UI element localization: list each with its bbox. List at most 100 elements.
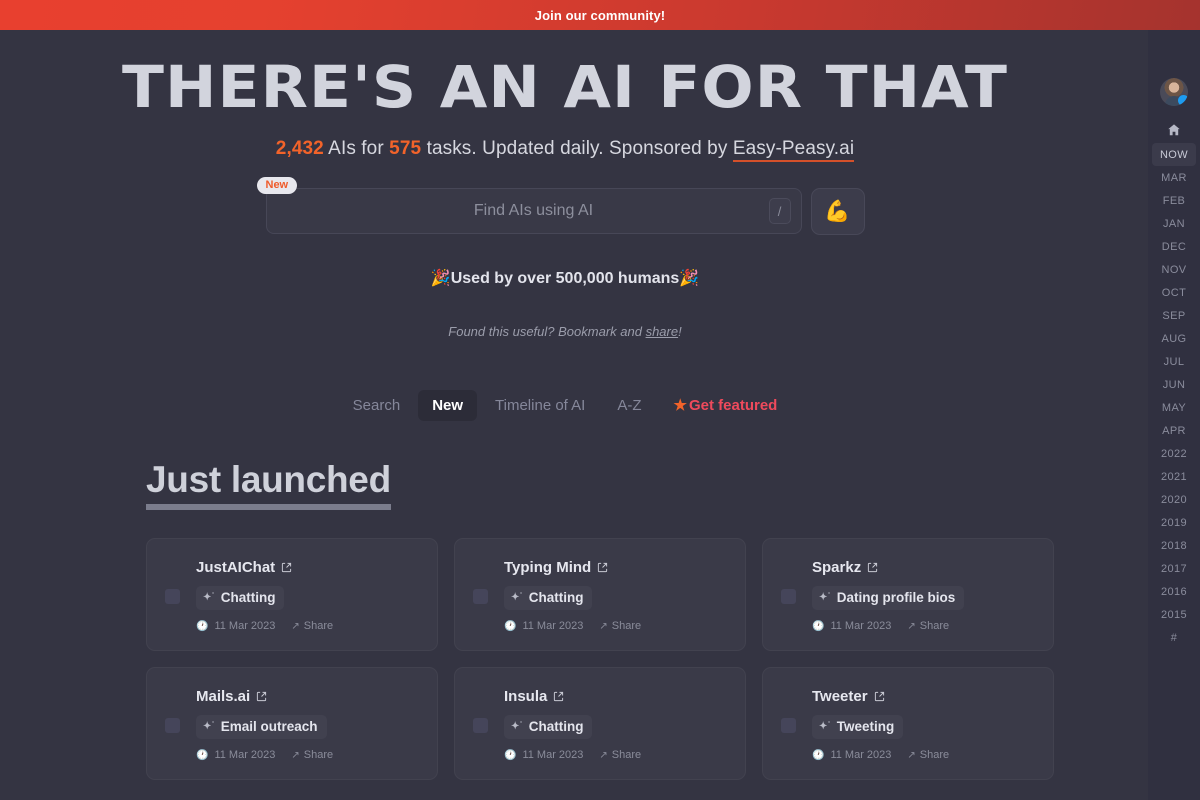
verified-badge-icon: [1178, 95, 1188, 106]
rail-item-jan[interactable]: JAN: [1152, 212, 1196, 235]
rail-item-label: JUN: [1162, 378, 1186, 391]
tool-thumbnail: [165, 718, 180, 733]
tool-tag[interactable]: ✦˙ Chatting: [504, 715, 593, 739]
rail-item-2016[interactable]: 2016: [1152, 580, 1196, 603]
sponsor-link[interactable]: Easy-Peasy.ai: [732, 138, 855, 162]
rail-item-mar[interactable]: MAR: [1152, 166, 1196, 189]
rail-item-2020[interactable]: 2020: [1152, 488, 1196, 511]
tool-card[interactable]: Tweeter ✦˙ Tweeting 🕐 11 Mar 2023 ↗ Share: [762, 667, 1054, 780]
tool-card[interactable]: Sparkz ✦˙ Dating profile bios 🕐 11 Mar 2…: [762, 538, 1054, 651]
new-badge[interactable]: New: [256, 177, 298, 194]
rail-item-hash[interactable]: #: [1152, 626, 1196, 649]
home-button[interactable]: [1154, 121, 1194, 143]
rail-item-2021[interactable]: 2021: [1152, 465, 1196, 488]
tool-card[interactable]: Typing Mind ✦˙ Chatting 🕐 11 Mar 2023 ↗ S…: [454, 538, 746, 651]
rail-item-label: NOV: [1161, 263, 1187, 276]
tab-new[interactable]: New: [418, 389, 478, 421]
tool-tag[interactable]: ✦˙ Tweeting: [812, 715, 904, 739]
tool-card[interactable]: JustAIChat ✦˙ Chatting 🕐 11 Mar 2023 ↗ Sh…: [146, 538, 438, 651]
tool-card[interactable]: Mails.ai ✦˙ Email outreach 🕐 11 Mar 2023…: [146, 667, 438, 780]
share-link[interactable]: share: [646, 324, 679, 339]
tab-timeline-of-ai[interactable]: Timeline of AI: [481, 390, 599, 421]
share-button[interactable]: ↗ Share: [599, 620, 641, 632]
rail-item-may[interactable]: MAY: [1152, 396, 1196, 419]
section-title: Just launched: [146, 459, 391, 510]
rail-item-jul[interactable]: JUL: [1152, 350, 1196, 373]
external-link-icon[interactable]: [281, 562, 292, 573]
share-button[interactable]: ↗ Share: [907, 749, 949, 761]
tool-tag[interactable]: ✦˙ Chatting: [504, 586, 593, 610]
search-input[interactable]: Find AIs using AI /: [265, 188, 802, 234]
search-submit-button[interactable]: 💪: [810, 188, 865, 235]
share-button[interactable]: ↗ Share: [291, 620, 333, 632]
announcement-text: Join our community!: [534, 7, 666, 23]
ai-count: 2,432: [275, 138, 324, 159]
subtitle-tail: tasks. Updated daily. Sponsored by: [421, 138, 733, 159]
tool-name: Mails.ai: [196, 688, 251, 705]
share-label: Share: [611, 749, 642, 761]
tab-get-featured[interactable]: ★ Get featured: [660, 389, 792, 421]
tool-tag[interactable]: ✦˙ Chatting: [196, 586, 285, 610]
rail-item-sep[interactable]: SEP: [1152, 304, 1196, 327]
rail-item-apr[interactable]: APR: [1152, 419, 1196, 442]
tool-thumbnail: [473, 718, 488, 733]
tool-tag-label: Chatting: [220, 590, 276, 605]
share-label: Share: [919, 749, 950, 761]
rail-item-aug[interactable]: AUG: [1152, 327, 1196, 350]
rail-item-2018[interactable]: 2018: [1152, 534, 1196, 557]
slash-shortcut-key: /: [768, 198, 791, 224]
rail-item-feb[interactable]: FEB: [1152, 189, 1196, 212]
external-link-icon[interactable]: [867, 562, 878, 573]
search-placeholder: Find AIs using AI: [473, 202, 594, 219]
tool-thumbnail: [473, 589, 488, 604]
rail-item-jun[interactable]: JUN: [1152, 373, 1196, 396]
rail-item-2015[interactable]: 2015: [1152, 603, 1196, 626]
tool-tag-label: Tweeting: [836, 719, 895, 734]
external-link-icon[interactable]: [553, 691, 564, 702]
announcement-banner[interactable]: Join our community!: [0, 0, 1200, 30]
rail-item-dec[interactable]: DEC: [1152, 235, 1196, 258]
clock-icon: 🕐: [504, 749, 517, 761]
external-link-icon[interactable]: [597, 562, 608, 573]
rail-item-2022[interactable]: 2022: [1152, 442, 1196, 465]
page-content: THERE'S AN AI FOR THAT 2,432 AIs for 575…: [0, 30, 1200, 800]
avatar[interactable]: [1160, 78, 1188, 106]
rail-item-2019[interactable]: 2019: [1152, 511, 1196, 534]
social-proof-text: 🎉Used by over 500,000 humans🎉: [430, 270, 700, 287]
rail-item-label: 2016: [1160, 585, 1188, 598]
tool-tag-label: Chatting: [528, 590, 584, 605]
rail-item-label: DEC: [1161, 240, 1187, 253]
external-link-icon[interactable]: [874, 691, 885, 702]
tab-label: Get featured: [688, 397, 778, 414]
clock-icon: 🕐: [196, 749, 209, 761]
tool-thumbnail: [165, 589, 180, 604]
clock-icon: 🕐: [812, 749, 825, 761]
rail-item-label: 2018: [1160, 539, 1188, 552]
share-button[interactable]: ↗ Share: [291, 749, 333, 761]
rail-item-label: JAN: [1163, 217, 1185, 230]
tool-tag[interactable]: ✦˙ Email outreach: [196, 715, 327, 739]
tool-meta: 🕐 11 Mar 2023 ↗ Share: [196, 620, 437, 632]
tool-card[interactable]: Insula ✦˙ Chatting 🕐 11 Mar 2023 ↗ Share: [454, 667, 746, 780]
share-label: Share: [303, 620, 334, 632]
share-button[interactable]: ↗ Share: [599, 749, 641, 761]
tool-title: Insula: [504, 688, 745, 705]
rail-item-label: JUL: [1163, 355, 1185, 368]
task-count: 575: [389, 138, 422, 159]
rail-item-oct[interactable]: OCT: [1152, 281, 1196, 304]
clock-icon: 🕐: [812, 620, 825, 632]
rail-item-label: AUG: [1161, 332, 1187, 345]
share-button[interactable]: ↗ Share: [907, 620, 949, 632]
tool-title: JustAIChat: [196, 559, 437, 576]
tab-a-z[interactable]: A-Z: [603, 390, 655, 421]
rail-item-now[interactable]: NOW: [1152, 143, 1196, 166]
rail-item-nov[interactable]: NOV: [1152, 258, 1196, 281]
subtitle-mid: AIs for: [323, 138, 390, 159]
external-link-icon[interactable]: [256, 691, 267, 702]
rail-item-2017[interactable]: 2017: [1152, 557, 1196, 580]
sparkles-icon: ✦˙: [203, 720, 215, 732]
tool-meta: 🕐 11 Mar 2023 ↗ Share: [196, 749, 437, 761]
tool-name: JustAIChat: [196, 559, 276, 576]
tool-tag[interactable]: ✦˙ Dating profile bios: [812, 586, 965, 610]
tab-search[interactable]: Search: [339, 390, 415, 421]
